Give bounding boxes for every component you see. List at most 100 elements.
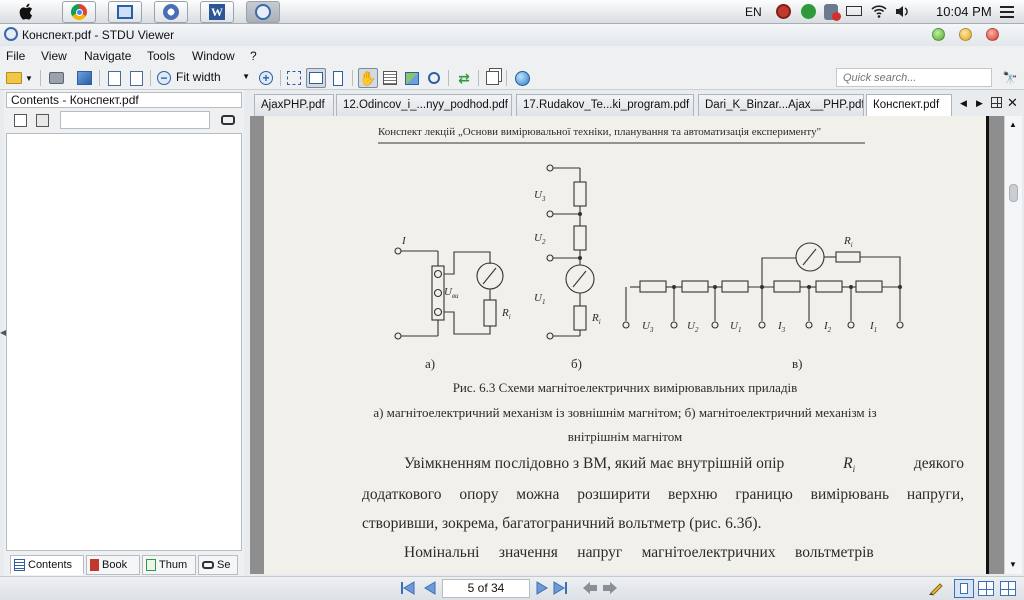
scroll-up-icon[interactable]: ▲ [1009,120,1017,129]
previous-page-icon[interactable] [424,581,436,598]
menu-help[interactable]: ? [250,49,257,63]
printer-icon [48,72,64,84]
zoom-out-button[interactable]: − [154,68,174,88]
copy-button[interactable] [482,68,502,88]
tab-thumbnails[interactable]: Thum [142,555,196,575]
binoculars-icon [202,561,214,569]
shield-blocked-icon[interactable] [824,4,841,21]
zoom-mode-select[interactable]: Fit width ▼ [176,70,252,87]
print-button[interactable] [46,68,66,88]
panel-collapse-arrow-icon[interactable]: ◀ [0,328,6,337]
scrollbar-thumb[interactable] [1009,184,1018,202]
subfigure-c-label: в) [792,356,802,371]
export-image-button[interactable] [74,68,94,88]
tab-scroll-left-icon[interactable]: ◀ [960,98,967,109]
open-file-button[interactable] [4,68,24,88]
fit-height-button[interactable] [328,68,348,88]
tab-bookmarks[interactable]: Book [86,555,140,575]
next-page-icon[interactable] [536,581,548,598]
page-header: Конспект лекцій „Основи вимірювальної те… [378,126,822,138]
notification-menu-icon[interactable] [1000,6,1014,21]
label-current: I [401,235,407,247]
first-page-icon[interactable] [400,581,416,598]
continuous-view-icon[interactable] [1000,581,1016,596]
web-button[interactable] [512,68,532,88]
fit-width-icon [309,72,323,84]
label-terminal: I2 [823,320,832,334]
last-page-icon[interactable] [552,581,568,598]
zoom-in-button[interactable]: + [256,68,276,88]
contents-tree[interactable] [6,133,242,551]
wifi-icon[interactable] [871,4,887,21]
language-indicator[interactable]: EN [745,5,762,19]
battery-icon[interactable] [846,6,862,16]
zoom-tool-button[interactable] [424,68,444,88]
two-page-view-icon[interactable] [978,581,994,596]
tab-search[interactable]: Se [198,555,238,575]
expand-all-button[interactable] [10,110,30,130]
scroll-down-icon[interactable]: ▼ [1009,560,1017,569]
system-taskbar: W EN 10:04 PM [0,0,1024,24]
taskbar-itunes-button[interactable] [154,1,188,23]
page-edge [986,116,989,574]
next-page-button[interactable] [126,68,146,88]
first-page-button[interactable] [104,68,124,88]
doc-tab[interactable]: 17.Rudakov_Te...ki_program.pdf [516,94,694,116]
maximize-button[interactable] [959,28,972,41]
toolbar-separator [448,70,449,86]
tab-list-icon[interactable] [991,97,1002,108]
page-number-input[interactable]: 5 of 34 [442,579,530,598]
toolbar-separator [506,70,507,86]
tab-contents-label: Contents [28,558,73,571]
minimize-button[interactable] [932,28,945,41]
fit-page-button[interactable] [284,68,304,88]
menu-file[interactable]: File [6,49,25,63]
hand-tool-button[interactable]: ✋ [358,68,378,88]
taskbar-explorer-button[interactable] [108,1,142,23]
select-text-button[interactable] [380,68,400,88]
history-back-icon[interactable] [582,581,598,598]
doc-tab[interactable]: AjaxPHP.pdf [254,94,334,116]
fit-width-button[interactable] [306,68,326,88]
clock[interactable]: 10:04 PM [936,4,992,19]
update-icon[interactable] [801,4,816,19]
security-icon[interactable] [776,4,791,19]
tab-contents[interactable]: Contents [10,555,84,575]
document-view[interactable]: I Uви Ri U3 U2 U1 Ri Ri U3 U2 U1 I3 I2 I… [250,116,1022,574]
toolbar-separator [150,70,151,86]
close-tab-icon[interactable]: ✕ [1007,95,1018,111]
menu-tools[interactable]: Tools [147,49,175,63]
chrome-icon [71,4,87,20]
doc-tab-active[interactable]: Конспект.pdf [866,94,952,117]
tab-search-label: Se [217,559,231,571]
contents-filter-input[interactable] [60,111,210,129]
label-terminal: U3 [642,320,654,334]
tab-scroll-right-icon[interactable]: ▶ [976,98,983,109]
highlight-pen-icon[interactable] [928,580,944,599]
volume-icon[interactable] [895,5,909,21]
collapse-all-button[interactable] [32,110,52,130]
vertical-scrollbar[interactable]: ▲ ▼ [1004,116,1022,574]
rotate-button[interactable]: ⇄ [454,68,474,88]
menu-bar: File View Navigate Tools Window ? [0,46,1024,66]
apple-logo-icon[interactable] [18,2,36,21]
menu-view[interactable]: View [41,49,67,63]
doc-tab[interactable]: 12.Odincov_i_...nyy_podhod.pdf [336,94,512,116]
app-icon [4,27,18,41]
open-dropdown-button[interactable]: ▼ [24,68,34,88]
close-button[interactable] [986,28,999,41]
contents-search-button[interactable] [218,110,238,130]
history-forward-icon[interactable] [602,581,618,598]
taskbar-word-button[interactable]: W [200,1,234,23]
quick-search-input[interactable] [836,68,992,87]
taskbar-stdu-button[interactable] [246,1,280,23]
image-select-icon [405,71,419,85]
taskbar-chrome-button[interactable] [62,1,96,23]
menu-window[interactable]: Window [192,49,235,63]
menu-navigate[interactable]: Navigate [84,49,131,63]
search-button[interactable]: 🔭 [1000,68,1020,88]
doc-tab[interactable]: Dari_K_Binzar...Ajax__PHP.pdf [698,94,864,116]
select-image-button[interactable] [402,68,422,88]
single-page-view-icon[interactable] [954,579,974,598]
label-u2: U2 [534,232,546,246]
